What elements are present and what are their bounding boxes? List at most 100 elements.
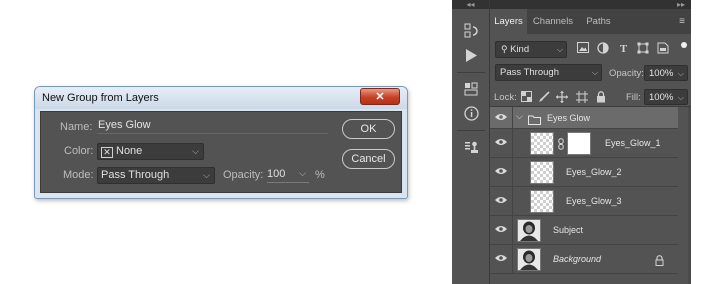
name-label: Name: (60, 121, 93, 133)
opacity-field[interactable]: 100 ⌵ (267, 168, 309, 183)
filter-kind-value: Kind (510, 44, 530, 55)
eye-divider (512, 187, 513, 216)
history-icon[interactable] (457, 20, 485, 42)
blend-mode-value: Pass Through (500, 67, 559, 78)
no-color-swatch-icon: ✕ (101, 147, 113, 158)
layers-scrollbar[interactable] (688, 107, 691, 284)
opacity-label: Opacity: (223, 169, 264, 181)
mode-label: Mode: (63, 169, 94, 181)
eye-divider (512, 158, 513, 187)
dialog-body: Name: Eyes Glow Color: ✕ None ⌵ Mode: Pas… (40, 111, 402, 193)
adjustment-filter-icon[interactable] (596, 42, 609, 56)
panel-tabs: Layers Channels Paths ≡ (490, 9, 691, 34)
chevron-down-icon[interactable]: ⌵ (516, 111, 523, 122)
blend-mode-select[interactable]: Pass Through ⌵ (495, 64, 602, 81)
layer-thumbnail (530, 161, 554, 184)
filter-kind-select[interactable]: ⚲ Kind ⌵ (495, 41, 567, 58)
eye-divider (512, 107, 513, 129)
eye-icon[interactable] (495, 253, 507, 265)
panel-icon-strip: ◂◂ (452, 0, 490, 284)
layer-name: Eyes Glow (547, 113, 591, 123)
new-group-dialog: New Group from Layers ✕ Name: Eyes Glow … (34, 86, 408, 199)
fill-value: 100% (649, 92, 674, 103)
layer-row[interactable]: Eyes_Glow_1 (490, 129, 678, 158)
folder-icon (528, 112, 541, 130)
eye-divider (512, 216, 513, 245)
layer-row[interactable]: Background (490, 245, 678, 274)
color-select-value: None (116, 145, 143, 157)
ok-button[interactable]: OK (342, 119, 395, 139)
chevron-down-icon: ⌵ (591, 68, 598, 77)
opacity-value: 100 (267, 168, 286, 180)
dialog-titlebar[interactable]: New Group from Layers ✕ (35, 87, 407, 109)
smart-object-filter-icon[interactable] (656, 42, 669, 56)
filter-toggle-icon[interactable] (681, 42, 687, 48)
layer-thumbnail (517, 248, 541, 271)
layer-row[interactable]: Eyes_Glow_2 (490, 158, 678, 187)
layer-name: Subject (553, 225, 584, 235)
chevron-down-icon: ⌵ (556, 45, 563, 54)
info-icon[interactable] (457, 102, 485, 124)
opacity-field[interactable]: 100% ⌵ (644, 65, 688, 81)
clone-source-icon[interactable] (457, 136, 485, 158)
link-chain-icon[interactable] (558, 137, 564, 155)
pixel-filter-icon[interactable] (576, 42, 589, 56)
lock-image-pixels-icon[interactable] (538, 91, 550, 103)
layers-panel: ▸▸ Layers Channels Paths ≡ ⚲ Kind ⌵ T Pa… (490, 0, 691, 284)
type-filter-icon[interactable]: T (617, 42, 630, 56)
layer-row-group[interactable]: ⌵ Eyes Glow (490, 107, 678, 129)
panel-menu-icon[interactable]: ≡ (679, 16, 685, 27)
close-button[interactable]: ✕ (360, 88, 400, 105)
color-select[interactable]: ✕ None ⌵ (97, 143, 204, 160)
layer-name: Eyes_Glow_2 (566, 167, 622, 177)
eye-icon[interactable] (495, 195, 507, 207)
fill-label: Fill: (626, 92, 641, 103)
layer-thumbnail (530, 190, 554, 213)
layer-name: Eyes_Glow_3 (566, 196, 622, 206)
layer-mask-thumbnail[interactable] (567, 132, 591, 155)
eye-icon[interactable] (495, 137, 507, 149)
chevron-down-icon: ⌵ (203, 170, 210, 180)
lock-label: Lock: (494, 92, 517, 103)
cancel-button[interactable]: Cancel (342, 149, 395, 169)
tab-channels[interactable]: Channels (530, 9, 576, 34)
mode-select-value: Pass Through (101, 169, 170, 181)
eye-icon[interactable] (495, 166, 507, 178)
layer-thumbnail (517, 219, 541, 242)
layer-row[interactable]: Eyes_Glow_3 (490, 187, 678, 216)
mode-select[interactable]: Pass Through ⌵ (97, 167, 215, 184)
shape-filter-icon[interactable] (636, 42, 649, 56)
lock-position-icon[interactable] (556, 91, 568, 103)
name-field[interactable]: Eyes Glow (97, 119, 328, 134)
eye-icon[interactable] (495, 224, 507, 236)
eye-icon[interactable] (495, 112, 507, 124)
color-label: Color: (64, 145, 94, 157)
layer-row[interactable]: Subject (490, 216, 678, 245)
chevron-down-icon: ⌵ (677, 69, 684, 78)
eye-divider (512, 129, 513, 158)
collapse-strip-icon[interactable]: ◂◂ (452, 0, 489, 9)
chevron-down-icon: ⌵ (299, 168, 306, 178)
tab-paths[interactable]: Paths (580, 9, 617, 34)
opacity-unit: % (315, 169, 325, 181)
chevron-down-icon: ⌵ (192, 146, 199, 156)
opacity-label: Opacity: (609, 68, 644, 79)
tab-layers[interactable]: Layers (490, 9, 527, 34)
strip-divider (457, 72, 485, 73)
dialog-title: New Group from Layers (42, 92, 159, 104)
lock-transparent-pixels-icon[interactable] (520, 91, 532, 103)
close-icon: ✕ (375, 91, 385, 103)
layer-name: Background (553, 254, 602, 264)
strip-divider (457, 130, 485, 131)
play-actions-icon[interactable] (457, 44, 485, 66)
layer-thumbnail (530, 132, 554, 155)
eye-divider (512, 245, 513, 274)
collapse-panel-icon[interactable]: ▸▸ (490, 0, 691, 9)
properties-icon[interactable] (457, 78, 485, 100)
fill-field[interactable]: 100% ⌵ (644, 89, 688, 105)
lock-artboard-icon[interactable] (576, 91, 588, 103)
layer-name: Eyes_Glow_1 (605, 138, 661, 148)
lock-all-icon[interactable] (595, 91, 607, 103)
chevron-down-icon: ⌵ (677, 93, 684, 102)
opacity-value: 100% (649, 68, 674, 79)
